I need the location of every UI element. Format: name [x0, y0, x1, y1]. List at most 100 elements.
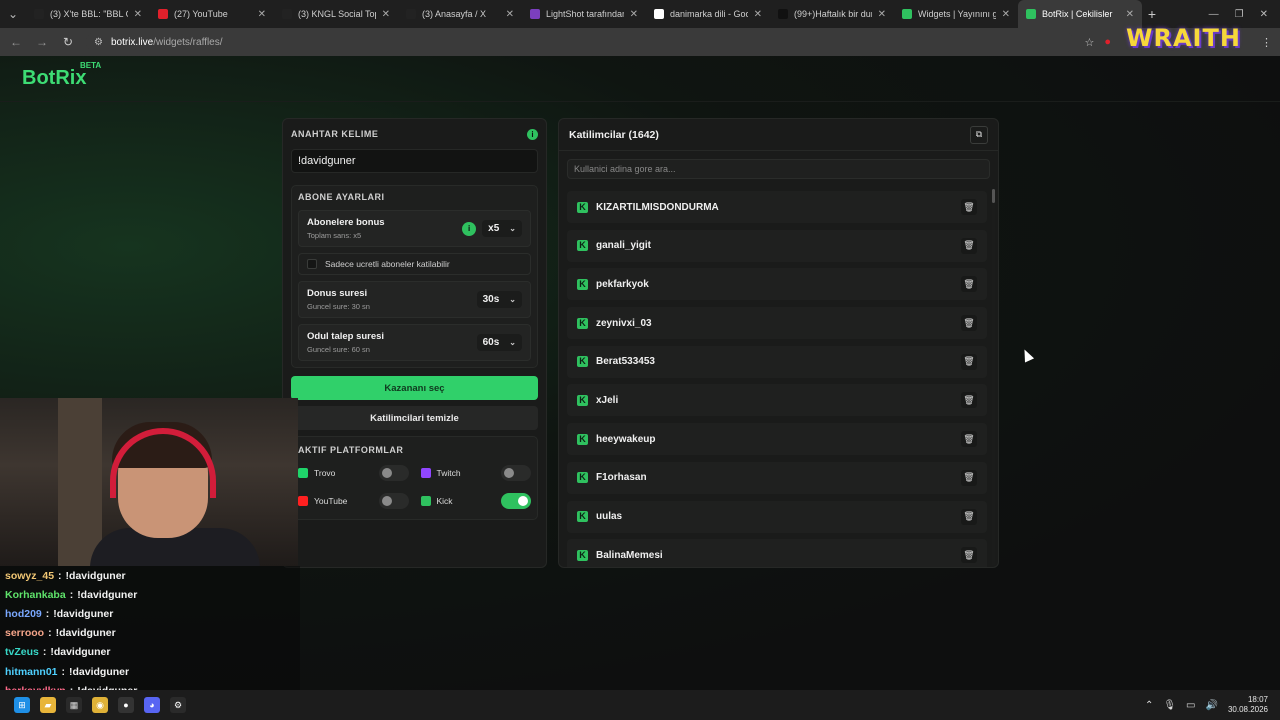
discord-icon[interactable]: ◕ — [144, 697, 160, 713]
monitor-icon[interactable]: ▭ — [1186, 700, 1195, 711]
stream-brand-overlay: WRAITH — [1126, 24, 1241, 52]
trash-icon[interactable]: 🗑 — [961, 199, 977, 215]
browser-tab[interactable]: danimarka dili - Goo... ✕ — [646, 0, 770, 28]
store-icon[interactable]: ▦ — [66, 697, 82, 713]
participant-list-scrollbar[interactable] — [992, 189, 995, 565]
microphone-icon[interactable]: 🎙 — [1163, 700, 1176, 711]
browser-tab[interactable]: (99+)Haftalık bir dum... ✕ — [770, 0, 894, 28]
info-icon[interactable]: i — [527, 128, 538, 140]
trash-icon[interactable]: 🗑 — [961, 392, 977, 409]
chat-username: sowyz_45 — [5, 569, 55, 582]
participants-title: Katilimcilar (1642) — [569, 128, 659, 141]
clock[interactable]: 18:07 30.08.2026 — [1228, 695, 1268, 715]
webcam-overlay — [0, 398, 298, 566]
claim-duration-select[interactable]: 60s ⌄ — [476, 334, 522, 351]
close-tab-icon[interactable]: ✕ — [878, 9, 886, 20]
chat-message: sowyz_45: !davidguner — [0, 566, 300, 585]
bookmark-star-icon[interactable]: ☆ — [1084, 36, 1094, 49]
botrix-icon — [1026, 9, 1036, 19]
participant-name: pekfarkyok — [596, 278, 649, 290]
browser-tab[interactable]: (3) KNGL Social Toplu... ✕ — [274, 0, 398, 28]
bonus-duration-select[interactable]: 30s ⌄ — [476, 291, 522, 308]
bonus-multiplier-select[interactable]: x5 ⌄ — [482, 220, 522, 237]
site-logo[interactable]: BotRix BETA — [22, 61, 101, 90]
keyword-input[interactable]: !davidguner — [291, 149, 538, 173]
kick-icon: K — [577, 278, 588, 290]
platform-toggle[interactable] — [378, 465, 409, 481]
forward-icon[interactable]: → — [34, 35, 50, 49]
site-info-icon[interactable]: ⚙ — [94, 37, 103, 48]
minimize-icon[interactable]: — — [1209, 9, 1219, 20]
trash-icon[interactable]: 🗑 — [961, 547, 977, 564]
volume-icon[interactable]: 🔊 — [1206, 700, 1218, 711]
browser-tab[interactable]: LightShot tarafından... ✕ — [522, 0, 646, 28]
close-tab-icon[interactable]: ✕ — [630, 9, 638, 20]
browser-tab[interactable]: (3) X'te BBL: "BBL CS... ✕ — [26, 0, 150, 28]
clear-participants-button[interactable]: Katilimcilari temizle — [291, 406, 538, 430]
twitch-icon — [420, 468, 431, 478]
participant-name: zeynivxi_03 — [596, 317, 652, 329]
chat-username: hod209 — [5, 607, 42, 620]
platform-toggle[interactable] — [378, 493, 409, 509]
trash-icon[interactable]: 🗑 — [961, 431, 977, 448]
back-icon[interactable]: ← — [8, 35, 24, 49]
kick-icon: K — [577, 472, 588, 484]
chrome-icon[interactable]: ◉ — [92, 697, 108, 713]
clock-date: 30.08.2026 — [1227, 705, 1268, 714]
chat-username: Korhankaba — [5, 588, 66, 601]
file-explorer-icon[interactable]: ▰ — [40, 697, 56, 713]
trovo-icon — [298, 468, 308, 478]
url-field[interactable]: ⚙ botrix.live/widgets/raffles/ — [86, 31, 1075, 53]
extension-icon[interactable]: ● — [1104, 36, 1111, 48]
restore-icon[interactable]: ❐ — [1235, 9, 1244, 20]
participant-name: ganali_yigit — [596, 240, 652, 252]
reload-icon[interactable]: ↻ — [60, 35, 76, 49]
browser-tab[interactable]: Widgets | Yayınını gü... ✕ — [894, 0, 1018, 28]
bonus-title: Abonelere bonus — [307, 217, 385, 228]
pick-winner-button[interactable]: Kazananı seç — [291, 376, 538, 400]
paid-subs-only-row[interactable]: Sadece ucretli aboneler katilabilir — [298, 253, 531, 275]
platform-name: Kick — [436, 496, 453, 506]
tiktok-icon — [778, 9, 788, 19]
bonus-duration-title: Donus suresi — [307, 288, 368, 299]
steam-icon[interactable]: ⚙ — [170, 697, 186, 713]
menu-icon[interactable]: ⋮ — [1261, 36, 1272, 49]
x-icon — [34, 9, 44, 19]
claim-duration-subtitle: Guncel sure: 60 sn — [307, 345, 370, 354]
new-tab-button[interactable]: + — [1142, 6, 1162, 22]
participant-list: K KIZARTILMISDONDURMA 🗑 Kganali_yigit 🗑 Kpekf… — [567, 191, 987, 567]
bonus-info-icon[interactable]: i — [462, 221, 477, 236]
browser-tab[interactable]: (27) YouTube ✕ — [150, 0, 274, 28]
youtube-icon — [298, 496, 308, 506]
close-tab-icon[interactable]: ✕ — [754, 9, 762, 20]
browser-tab[interactable]: BotRix | Cekilisler ✕ — [1018, 0, 1142, 28]
participant-search-input[interactable]: Kullanici adina gore ara... — [567, 159, 990, 179]
trash-icon[interactable]: 🗑 — [961, 353, 977, 370]
trash-icon[interactable]: 🗑 — [961, 237, 977, 254]
participant-name: xJeli — [596, 394, 619, 406]
participants-header: Katilimcilar (1642) ⧉ — [559, 119, 998, 151]
trash-icon[interactable]: 🗑 — [961, 508, 977, 525]
copy-icon[interactable]: ⧉ — [970, 125, 988, 144]
close-tab-icon[interactable]: ✕ — [134, 9, 142, 20]
close-tab-icon[interactable]: ✕ — [382, 9, 390, 20]
platform-name: YouTube — [314, 496, 348, 506]
platform-toggle[interactable] — [501, 465, 531, 481]
browser-tab[interactable]: (3) Anasayfa / X ✕ — [398, 0, 522, 28]
chat-separator: : — [61, 665, 66, 678]
platform-toggle[interactable] — [501, 493, 531, 509]
trash-icon[interactable]: 🗑 — [961, 315, 977, 332]
trash-icon[interactable]: 🗑 — [961, 276, 977, 293]
close-tab-icon[interactable]: ✕ — [258, 9, 266, 20]
obs-icon[interactable]: ● — [118, 697, 134, 713]
trash-icon[interactable]: 🗑 — [961, 469, 977, 486]
close-tab-icon[interactable]: ✕ — [506, 9, 514, 20]
tab-search-chevron-icon[interactable]: ⌄ — [0, 0, 26, 28]
chevron-up-icon[interactable]: ⌃ — [1145, 700, 1153, 711]
close-tab-icon[interactable]: ✕ — [1002, 9, 1010, 20]
paid-subs-only-checkbox[interactable] — [307, 259, 317, 269]
chat-message: serrooo: !davidguner — [0, 624, 300, 643]
start-icon[interactable]: ⊞ — [14, 697, 30, 713]
close-tab-icon[interactable]: ✕ — [1126, 9, 1134, 20]
close-window-icon[interactable]: ✕ — [1260, 9, 1268, 20]
